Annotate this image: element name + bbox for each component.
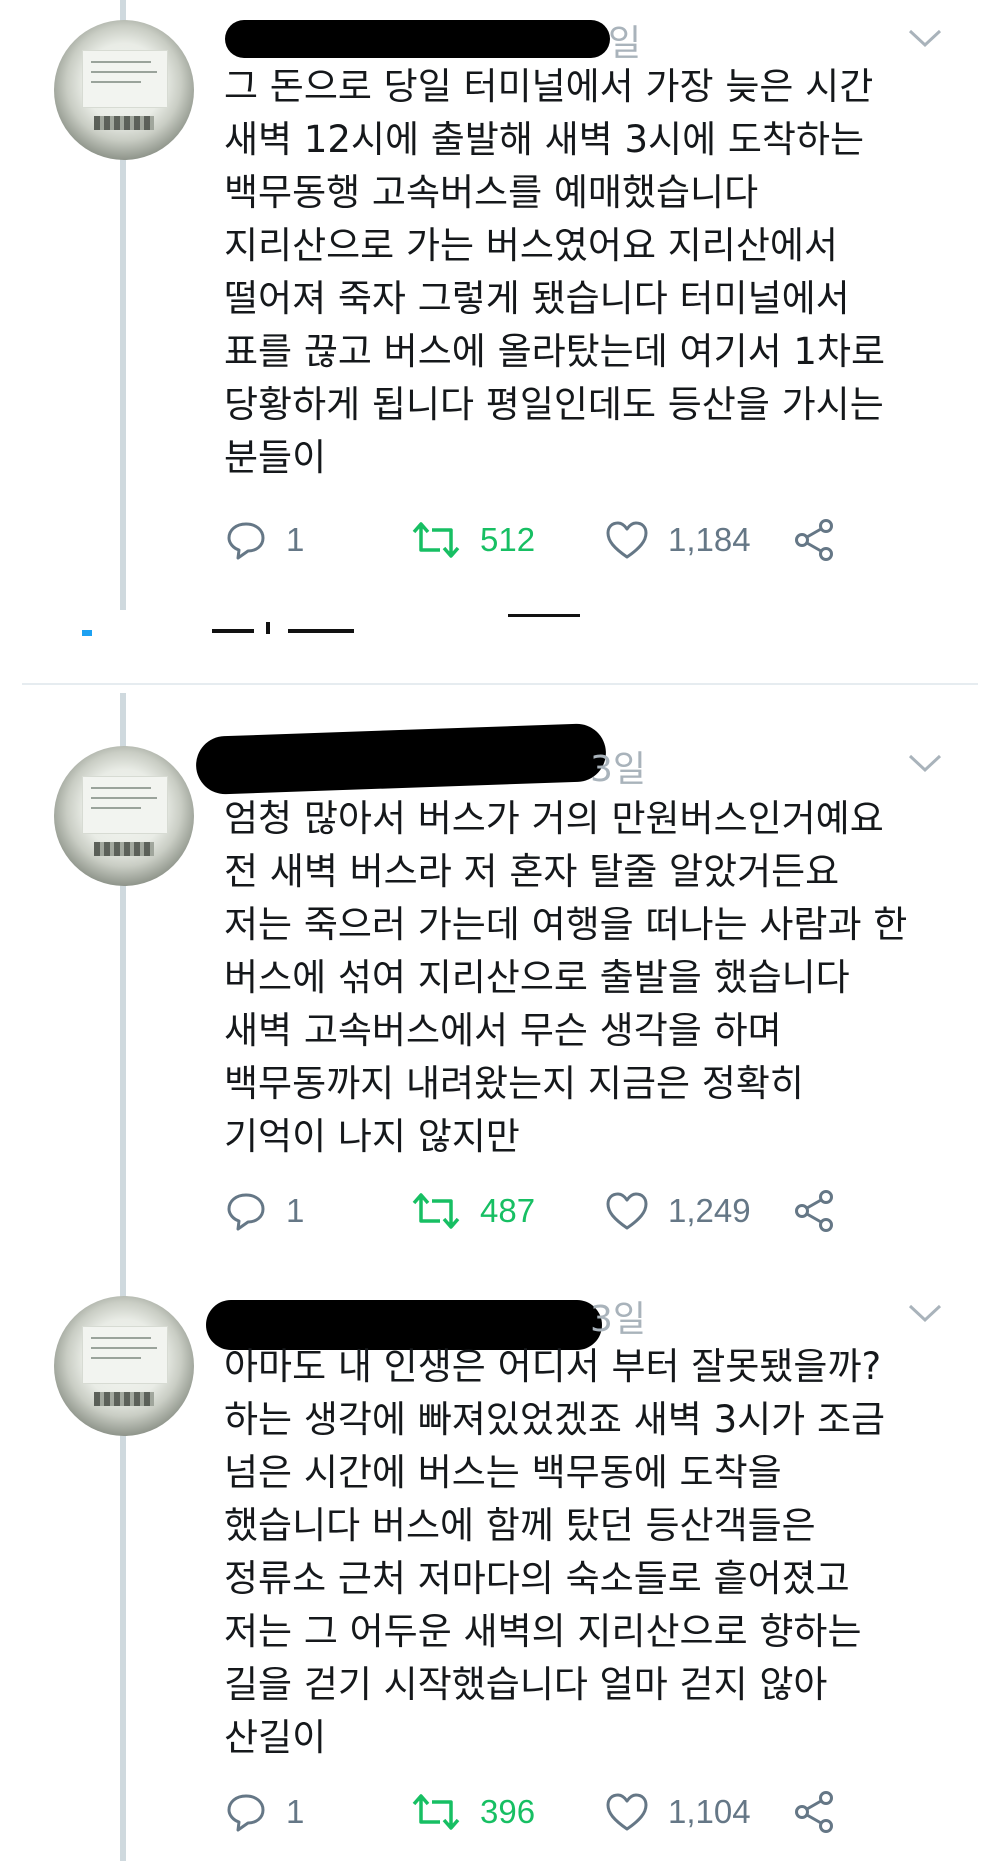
reply-icon: [227, 1193, 265, 1231]
cropped-text-fragment: [288, 629, 354, 633]
reply-count: 1: [286, 521, 305, 558]
retweet-icon: [412, 522, 460, 558]
tweet-text-line: 길을 걷기 시작했습니다 얼마 걷지 않아: [224, 1663, 828, 1706]
retweet-button[interactable]: 396: [410, 1784, 535, 1840]
tweet-date: 일: [608, 23, 642, 64]
retweet-count: 396: [480, 1793, 536, 1830]
tweet-text-line: 엄청 많아서 버스가 거의 만원버스인거예요: [224, 797, 884, 840]
tweet-text-line: 새벽 고속버스에서 무슨 생각을 하며: [224, 1009, 782, 1052]
tweet-text-line: 했습니다 버스에 함께 탔던 등산객들은: [224, 1504, 816, 1547]
tweet-date: 3일: [590, 1299, 647, 1340]
like-count: 1,184: [668, 521, 751, 558]
tweet-text-line: 산길이: [224, 1716, 327, 1759]
reply-button[interactable]: 1: [224, 1183, 304, 1239]
tweet-text-line: 아마도 내 인생은 어디서 부터 잘못됐을까?: [224, 1345, 882, 1388]
tweet-text: 그 돈으로 당일 터미널에서 가장 늦은 시간 새벽 12시에 출발해 새벽 3…: [224, 60, 885, 484]
tweet-text-line: 백무동행 고속버스를 예매했습니다: [224, 171, 759, 214]
like-icon: [606, 521, 648, 559]
retweet-icon: [412, 1193, 460, 1229]
retweet-button[interactable]: 512: [410, 512, 535, 568]
tweet-actions: 1 512 1,184: [224, 512, 864, 568]
share-button[interactable]: [792, 1784, 838, 1840]
share-icon: [795, 519, 833, 561]
chevron-down-icon[interactable]: [908, 28, 942, 48]
redacted-username: [225, 20, 610, 58]
reply-count: 1: [286, 1192, 305, 1229]
tweet-text-line: 그 돈으로 당일 터미널에서 가장 늦은 시간: [224, 65, 874, 108]
chevron-down-icon[interactable]: [908, 1303, 942, 1323]
like-button[interactable]: 1,184: [604, 512, 751, 568]
tweet-text-line: 떨어져 죽자 그렇게 됐습니다 터미널에서: [224, 277, 850, 320]
tweet-text-line: 넘은 시간에 버스는 백무동에 도착을: [224, 1451, 782, 1494]
avatar[interactable]: [54, 1296, 194, 1436]
reply-button[interactable]: 1: [224, 512, 304, 568]
tweet-text: 아마도 내 인생은 어디서 부터 잘못됐을까? 하는 생각에 빠져있었겠죠 새벽…: [224, 1340, 885, 1764]
redacted-username: [195, 722, 607, 796]
tweet-text-line: 지리산으로 가는 버스였어요 지리산에서: [224, 224, 838, 267]
tweet-text: 엄청 많아서 버스가 거의 만원버스인거예요 전 새벽 버스라 저 혼자 탈줄 …: [224, 792, 907, 1163]
retweet-count: 512: [480, 521, 536, 558]
share-icon: [795, 1791, 833, 1833]
tweet-text-line: 버스에 섞여 지리산으로 출발을 했습니다: [224, 956, 850, 999]
like-icon: [606, 1192, 648, 1230]
avatar[interactable]: [54, 746, 194, 886]
tweet-actions: 1 487 1,249: [224, 1183, 864, 1239]
reply-count: 1: [286, 1793, 305, 1830]
like-count: 1,249: [668, 1192, 751, 1229]
tweet-divider: [22, 683, 978, 685]
tweet-actions: 1 396 1,104: [224, 1784, 864, 1840]
like-icon: [606, 1793, 648, 1831]
chevron-down-icon[interactable]: [908, 753, 942, 773]
reply-icon: [227, 1794, 265, 1832]
like-count: 1,104: [668, 1793, 751, 1830]
tweet-text-line: 전 새벽 버스라 저 혼자 탈줄 알았거든요: [224, 850, 840, 893]
avatar[interactable]: [54, 20, 194, 160]
reply-button[interactable]: 1: [224, 1784, 304, 1840]
reply-icon: [227, 522, 265, 560]
like-button[interactable]: 1,104: [604, 1784, 751, 1840]
like-button[interactable]: 1,249: [604, 1183, 751, 1239]
tweet-text-line: 백무동까지 내려왔는지 지금은 정확히: [224, 1062, 804, 1105]
share-button[interactable]: [792, 1183, 838, 1239]
tweet-text-line: 하는 생각에 빠져있었겠죠 새벽 3시가 조금: [224, 1398, 886, 1441]
tweet-text-line: 기억이 나지 않지만: [224, 1115, 520, 1158]
tweet-text-line: 저는 그 어두운 새벽의 지리산으로 향하는: [224, 1610, 862, 1653]
tweet-date: 3일: [590, 749, 647, 790]
retweet-count: 487: [480, 1192, 536, 1229]
share-icon: [795, 1190, 833, 1232]
cropped-text-fragment: [212, 629, 254, 633]
tweet-text-line: 분들이: [224, 436, 327, 479]
retweet-button[interactable]: 487: [410, 1183, 535, 1239]
tweet-text-line: 당황하게 됩니다 평일인데도 등산을 가시는: [224, 383, 884, 426]
cropped-link-fragment: [82, 630, 92, 636]
tweet-text-line: 정류소 근처 저마다의 숙소들로 흩어졌고: [224, 1557, 850, 1600]
tweet-text-line: 저는 죽으러 가는데 여행을 떠나는 사람과 한: [224, 903, 908, 946]
retweet-icon: [412, 1794, 460, 1830]
cropped-text-fragment: [266, 622, 270, 634]
tweet-text-line: 표를 끊고 버스에 올라탔는데 여기서 1차로: [224, 330, 886, 373]
tweet-text-line: 새벽 12시에 출발해 새벽 3시에 도착하는: [224, 118, 865, 161]
cropped-text-fragment: [508, 614, 580, 617]
share-button[interactable]: [792, 512, 838, 568]
